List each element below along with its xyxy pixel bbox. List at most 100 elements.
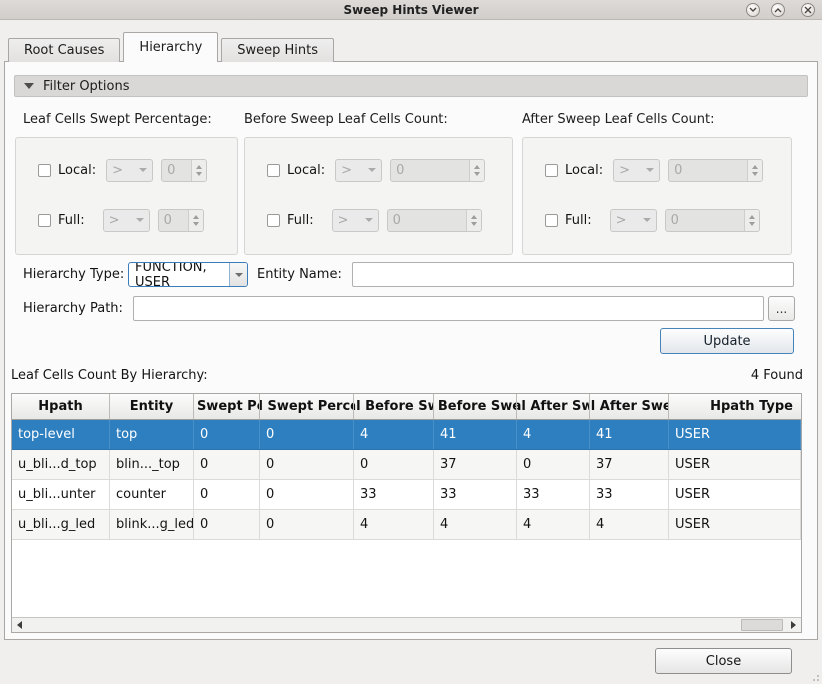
browse-button[interactable]: ... [768, 296, 795, 321]
local-label: Local: [58, 163, 96, 178]
spin-up-icon [193, 215, 199, 219]
full-operator-select[interactable]: > [610, 209, 657, 232]
spin-up-icon [752, 165, 758, 169]
table-row[interactable]: u_bli...untercounter0033333333USER [12, 480, 801, 510]
table-cell: 33 [354, 480, 434, 509]
chevron-down-icon [365, 218, 373, 222]
column-header[interactable]: Hpath [12, 394, 110, 419]
local-value-spinner[interactable]: 0 [161, 159, 207, 182]
spinner-arrows[interactable] [469, 160, 484, 181]
full-checkbox[interactable] [267, 214, 280, 227]
column-header[interactable]: al After Sw [517, 394, 590, 419]
table-cell: 4 [354, 510, 434, 539]
spinner-value: 0 [159, 210, 188, 231]
table-cell: 0 [194, 450, 260, 479]
found-count: 4 Found [751, 368, 803, 383]
close-label: Close [706, 654, 741, 669]
scrollbar-thumb[interactable] [741, 619, 783, 631]
table-cell: 4 [354, 420, 434, 449]
full-checkbox[interactable] [38, 214, 51, 227]
window-title: Sweep Hints Viewer [344, 3, 479, 17]
full-value-spinner[interactable]: 0 [387, 209, 482, 232]
scroll-right-button[interactable] [786, 618, 801, 632]
tab-hierarchy[interactable]: Hierarchy [123, 32, 218, 62]
table-cell: blink...g_led [110, 510, 194, 539]
filter-group-before-sweep: Local: > 0 Full: > 0 [244, 137, 513, 255]
full-value-spinner[interactable]: 0 [158, 209, 204, 232]
full-operator-select[interactable]: > [332, 209, 379, 232]
chevron-down-icon [646, 168, 654, 172]
spin-up-icon [749, 215, 755, 219]
table-cell: 4 [517, 510, 590, 539]
local-value-spinner[interactable]: 0 [668, 159, 763, 182]
table-cell: 33 [517, 480, 590, 509]
spinner-value: 0 [669, 160, 747, 181]
table-cell: 37 [590, 450, 669, 479]
spinner-arrows[interactable] [744, 210, 759, 231]
shade-button[interactable] [746, 3, 760, 17]
entity-name-label: Entity Name: [257, 263, 342, 287]
table-header-row: HpathEntity. Swept Pell Swept Perceal Be… [12, 394, 801, 420]
combo-arrow-button[interactable] [229, 263, 247, 286]
column-header[interactable]: ll After Swe [590, 394, 669, 419]
table-row[interactable]: u_bli...g_ledblink...g_led004444USER [12, 510, 801, 540]
full-value-spinner[interactable]: 0 [665, 209, 760, 232]
table-row[interactable]: u_bli...d_topblin..._top00037037USER [12, 450, 801, 480]
maximize-button[interactable] [771, 3, 785, 17]
table-row[interactable]: top-leveltop00441441USER [12, 420, 801, 450]
window-controls [746, 3, 815, 17]
local-operator-select[interactable]: > [613, 159, 660, 182]
local-operator-select[interactable]: > [335, 159, 382, 182]
browse-label: ... [776, 302, 787, 316]
tab-sweep-hints[interactable]: Sweep Hints [221, 38, 334, 62]
window-titlebar[interactable]: Sweep Hints Viewer [0, 0, 822, 20]
group-title-after-sweep: After Sweep Leaf Cells Count: [522, 112, 715, 127]
local-checkbox[interactable] [38, 164, 51, 177]
spinner-value: 0 [666, 210, 744, 231]
operator-value: > [619, 163, 630, 178]
filter-options-header[interactable]: Filter Options [14, 75, 808, 97]
hierarchy-type-value: FUNCTION, USER [129, 263, 229, 286]
filter-group-after-sweep: Local: > 0 Full: > 0 [522, 137, 792, 255]
spinner-arrows[interactable] [747, 160, 762, 181]
close-window-button[interactable] [801, 3, 815, 17]
local-operator-select[interactable]: > [106, 159, 153, 182]
spin-down-icon [752, 172, 758, 176]
local-checkbox[interactable] [545, 164, 558, 177]
hierarchy-type-select[interactable]: FUNCTION, USER [128, 262, 248, 287]
table-cell: 0 [194, 510, 260, 539]
horizontal-scrollbar[interactable] [12, 617, 801, 632]
entity-name-input[interactable] [352, 262, 794, 287]
spinner-arrows[interactable] [191, 160, 206, 181]
column-header[interactable]: Hpath Type [669, 394, 801, 419]
full-checkbox[interactable] [545, 214, 558, 227]
resize-grip[interactable] [809, 671, 819, 681]
column-header[interactable]: l Before Swe [434, 394, 517, 419]
scroll-left-button[interactable] [12, 618, 27, 632]
chevron-down-icon [643, 218, 651, 222]
table-cell: USER [669, 420, 801, 449]
column-header[interactable]: . Swept Pe [194, 394, 260, 419]
tab-root-causes[interactable]: Root Causes [8, 38, 120, 62]
chevron-down-icon [139, 168, 147, 172]
local-value-spinner[interactable]: 0 [390, 159, 485, 182]
chevron-up-icon [774, 7, 782, 13]
tab-label: Hierarchy [139, 40, 202, 55]
full-operator-select[interactable]: > [103, 209, 150, 232]
operator-value: > [616, 213, 627, 228]
spinner-arrows[interactable] [188, 210, 203, 231]
group-title-before-sweep: Before Sweep Leaf Cells Count: [244, 112, 448, 127]
hierarchy-tab-panel: Filter Options Leaf Cells Swept Percenta… [4, 61, 818, 640]
column-header[interactable]: ll Swept Perce [260, 394, 354, 419]
close-button[interactable]: Close [655, 648, 792, 674]
hierarchy-path-input[interactable] [133, 296, 764, 321]
table-cell: 0 [260, 420, 354, 449]
table-cell: 0 [194, 480, 260, 509]
spinner-value: 0 [388, 210, 466, 231]
column-header[interactable]: al Before Sw [354, 394, 434, 419]
local-checkbox[interactable] [267, 164, 280, 177]
update-button[interactable]: Update [660, 328, 794, 354]
spinner-value: 0 [162, 160, 191, 181]
spinner-arrows[interactable] [466, 210, 481, 231]
column-header[interactable]: Entity [110, 394, 194, 419]
